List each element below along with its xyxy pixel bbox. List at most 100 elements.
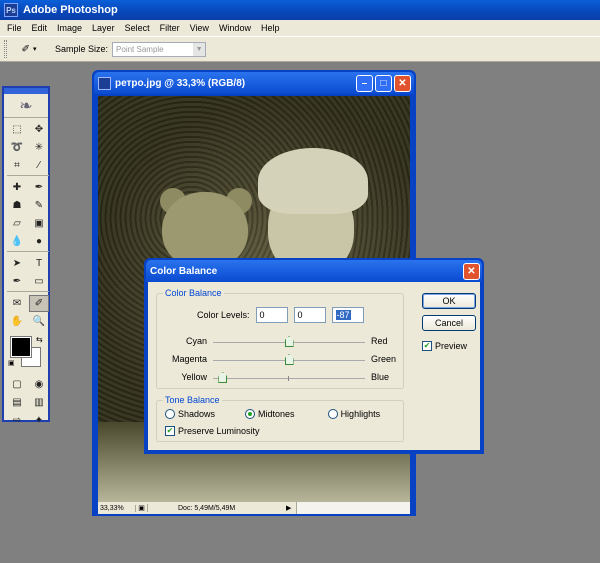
menu-help[interactable]: Help [256,23,285,33]
highlights-label[interactable]: Highlights [341,409,381,419]
green-label: Green [371,354,397,364]
eyedropper-tool-icon[interactable]: ✐ [29,295,49,312]
status-icon[interactable]: ▣ [136,504,148,512]
preview-checkbox[interactable]: ✔ [422,341,432,351]
color-levels-label: Color Levels: [197,310,250,320]
preview-row: ✔ Preview [422,341,467,351]
photoshop-logo-icon: Ps [4,3,18,17]
magenta-green-slider-thumb[interactable] [284,354,294,365]
zoom-tool-icon[interactable]: 🔍 [29,313,49,330]
chevron-down-icon: ▼ [193,42,206,56]
jump-to-imageready-icon[interactable]: ⇨ [7,412,27,429]
close-button[interactable]: ✕ [394,74,411,92]
menu-window[interactable]: Window [214,23,256,33]
slice-tool-icon[interactable]: ∕ [29,157,49,174]
toolbox-divider [7,251,49,254]
quick-mask-mode-icon[interactable]: ◉ [29,376,49,393]
color-balance-legend: Color Balance [163,288,224,298]
menu-edit[interactable]: Edit [27,23,53,33]
preserve-luminosity-checkbox[interactable]: ✔ [165,426,175,436]
document-size-info: Doc: 5,49M/5,49M [178,504,236,512]
brush-tool-icon[interactable]: ✒ [29,179,49,196]
status-menu-arrow-icon[interactable]: ▶ [286,504,296,512]
midtones-radio[interactable] [245,409,256,419]
sample-size-label: Sample Size: [55,44,109,54]
menu-image[interactable]: Image [52,23,87,33]
magenta-green-level-input[interactable]: 0 [293,307,326,323]
zoom-level[interactable]: 33,33% [98,504,136,512]
document-title-bar[interactable]: ретро.jpg @ 33,3% (RGB/8) – □ ✕ [94,72,414,94]
marquee-tool-icon[interactable]: ⬚ [7,121,27,138]
cyan-red-level-input[interactable]: 0 [255,307,288,323]
dialog-title: Color Balance [150,265,218,277]
yellow-blue-level-input[interactable]: -87 [331,307,364,323]
ok-button[interactable]: OK [422,293,476,309]
menu-bar: File Edit Image Layer Select Filter View… [0,20,600,36]
history-brush-tool-icon[interactable]: ✎ [29,197,49,214]
dialog-title-bar[interactable]: Color Balance ✕ [146,260,482,282]
menu-filter[interactable]: Filter [155,23,185,33]
gradient-tool-icon[interactable]: ▣ [29,215,49,232]
cyan-red-level-value: 0 [259,310,265,320]
foreground-color-swatch[interactable] [10,336,32,358]
healing-brush-tool-icon[interactable]: ✚ [7,179,27,196]
dodge-tool-icon[interactable]: ● [29,233,49,250]
tool-preset-picker[interactable]: ✐ ▾ [15,40,43,58]
options-grip[interactable] [4,40,7,58]
standard-mode-icon[interactable]: ▢ [7,376,27,393]
feather-logo-icon[interactable]: ❧ [4,94,48,118]
photo-child-hat [258,148,368,214]
toolbox: ❧ ⬚ ✥ ➰ ✳ ⌗ ∕ ✚ ✒ ☗ ✎ ▱ ▣ 💧 ● ➤ T ✒ ▭ ✉ … [2,86,50,426]
menu-layer[interactable]: Layer [87,23,120,33]
preserve-luminosity-label[interactable]: Preserve Luminosity [178,426,260,436]
menu-select[interactable]: Select [120,23,155,33]
eraser-tool-icon[interactable]: ▱ [7,215,27,232]
type-tool-icon[interactable]: T [29,255,49,272]
tone-balance-group: Tone Balance Shadows Midtones Highlights… [156,395,404,442]
midtones-label[interactable]: Midtones [258,409,295,419]
sample-size-select[interactable]: Point Sample ▼ [112,41,207,57]
highlights-radio[interactable] [327,409,338,419]
shape-tool-icon[interactable]: ▭ [29,273,49,290]
imageready-icon[interactable]: ✦ [29,412,49,429]
cancel-button[interactable]: Cancel [422,315,476,331]
chevron-down-icon: ▾ [32,46,37,53]
preview-label[interactable]: Preview [435,341,467,351]
horizontal-scrollbar[interactable] [296,502,410,514]
notes-tool-icon[interactable]: ✉ [7,295,27,312]
dialog-close-button[interactable]: ✕ [463,262,480,280]
menu-file[interactable]: File [2,23,27,33]
swap-colors-icon[interactable]: ⇆ [36,335,43,344]
crop-tool-icon[interactable]: ⌗ [7,157,27,174]
move-tool-icon[interactable]: ✥ [29,121,49,138]
pen-tool-icon[interactable]: ✒ [7,273,27,290]
minimize-button[interactable]: – [356,74,373,92]
sample-size-value: Point Sample [116,44,164,54]
color-balance-group: Color Balance Color Levels: 0 0 -87 Cyan… [156,288,405,389]
cyan-red-slider-thumb[interactable] [284,336,294,347]
shadows-label[interactable]: Shadows [178,409,215,419]
shadows-radio[interactable] [165,409,175,419]
app-title-bar: Ps Adobe Photoshop [0,0,600,20]
yellow-blue-slider-track[interactable] [213,378,365,379]
standard-screen-mode-icon[interactable]: ▤ [7,394,27,411]
hand-tool-icon[interactable]: ✋ [7,313,27,330]
menu-view[interactable]: View [185,23,214,33]
magic-wand-tool-icon[interactable]: ✳ [29,139,49,156]
color-swatches: ⇆ ▣ [8,335,44,371]
red-label: Red [371,336,388,346]
document-status-bar: 33,33% ▣ Doc: 5,49M/5,49M ▶ [98,502,410,514]
magenta-label: Magenta [171,354,207,364]
blue-label: Blue [371,372,390,382]
default-colors-icon[interactable]: ▣ [8,359,15,367]
clone-stamp-tool-icon[interactable]: ☗ [7,197,27,214]
path-selection-tool-icon[interactable]: ➤ [7,255,27,272]
lasso-tool-icon[interactable]: ➰ [7,139,27,156]
cyan-red-slider-row: Cyan Red [157,334,405,350]
tone-balance-legend: Tone Balance [163,395,222,405]
yellow-blue-slider-thumb[interactable] [218,372,228,383]
maximize-button[interactable]: □ [375,74,392,92]
blur-tool-icon[interactable]: 💧 [7,233,27,250]
full-screen-mode-icon[interactable]: ▥ [29,394,49,411]
toolbox-divider [7,175,49,178]
